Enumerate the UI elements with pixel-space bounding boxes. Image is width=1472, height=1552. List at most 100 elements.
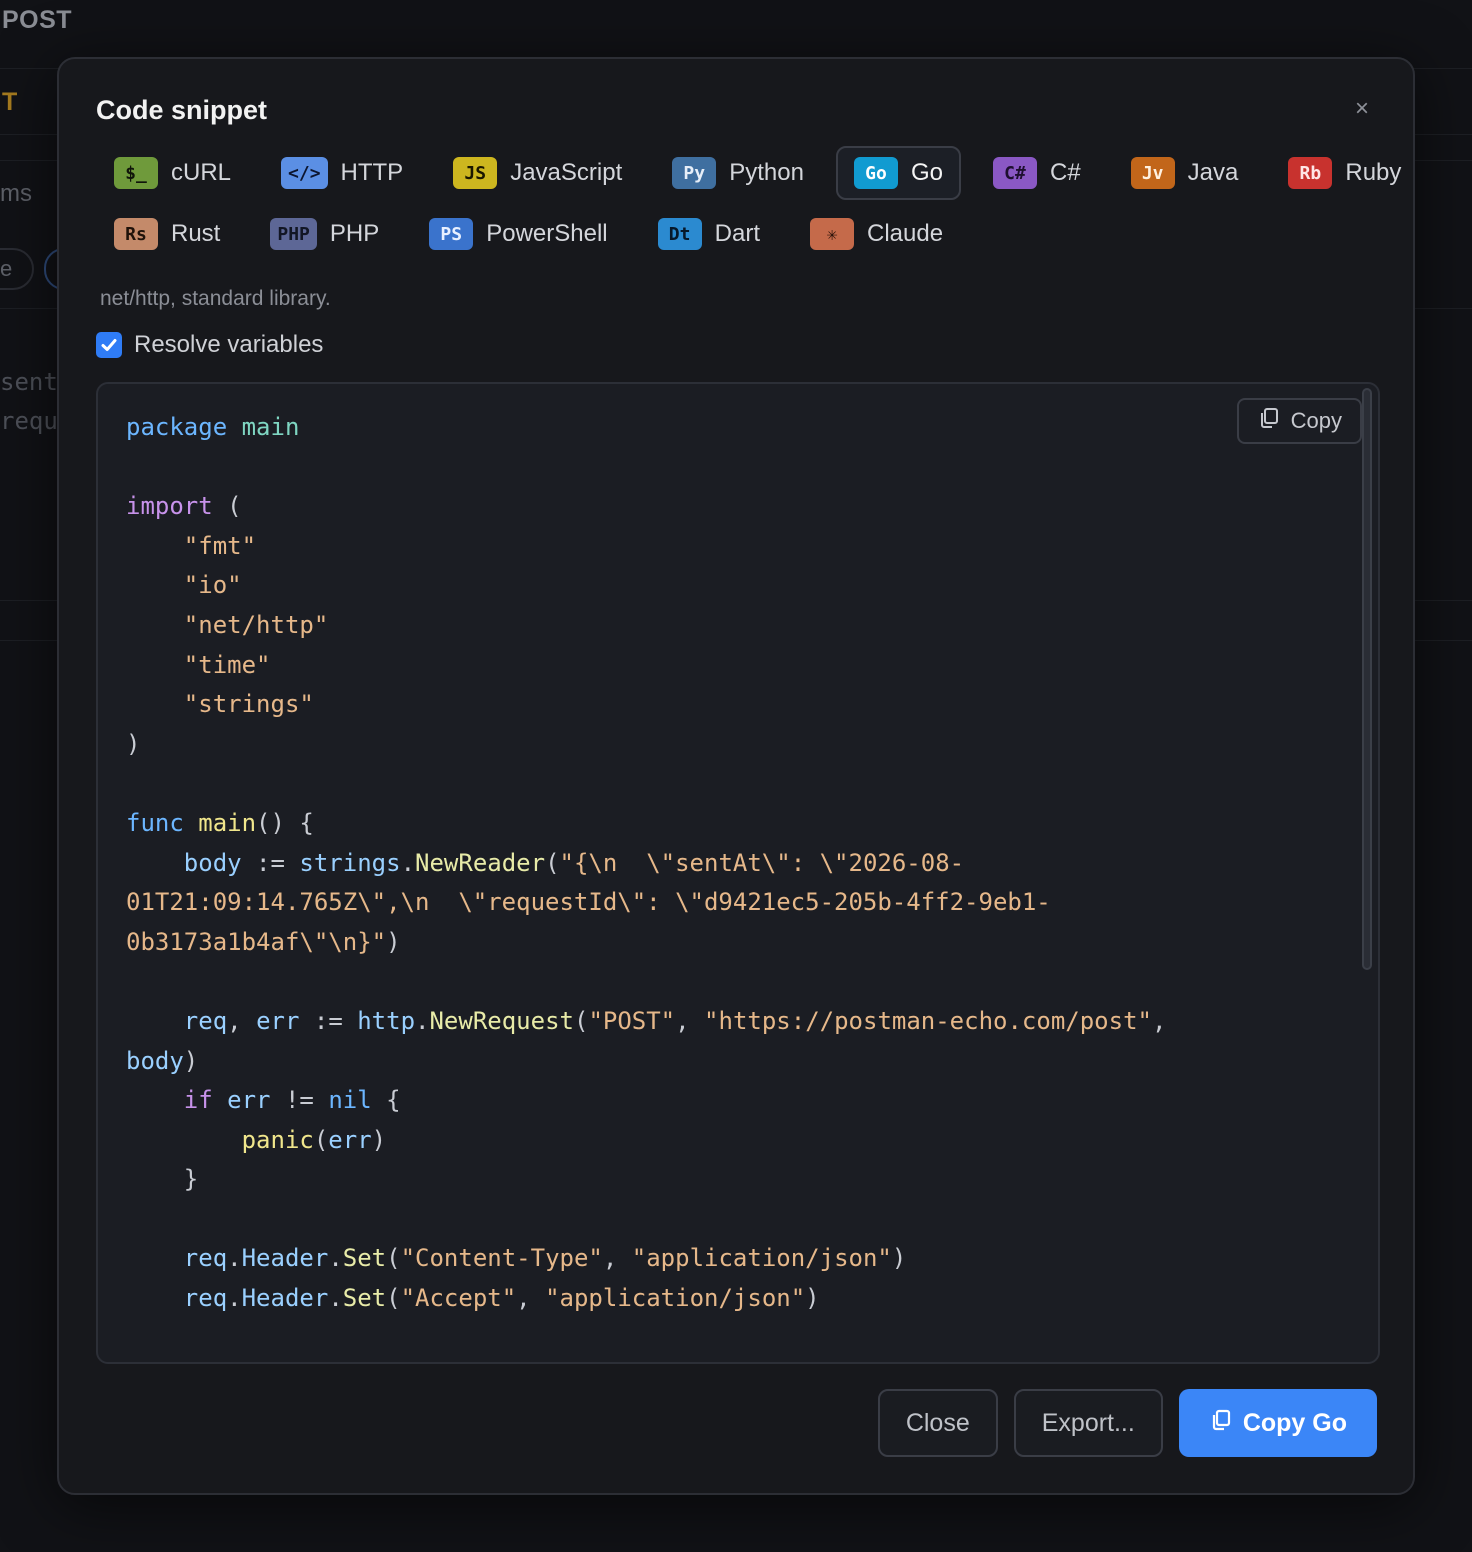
params-tab-fragment: ms bbox=[0, 180, 32, 207]
tab-http[interactable]: </> HTTP bbox=[263, 146, 421, 200]
language-tabs-row-2: Rs Rust PHP PHP PS PowerShell Dt Dart ✳ Claude bbox=[96, 207, 961, 261]
code-scrollbar[interactable] bbox=[1362, 388, 1372, 970]
code-token: strings bbox=[299, 848, 401, 877]
go-icon: Go bbox=[853, 157, 898, 189]
ruby-icon: Rb bbox=[1288, 157, 1333, 189]
code-token: "POST" bbox=[588, 1006, 676, 1035]
code-token: err bbox=[227, 1086, 271, 1115]
background-code-line: sent bbox=[0, 368, 58, 396]
code-viewer: package main import ( "fmt" "io" "net/ht… bbox=[96, 382, 1380, 1364]
rust-icon: Rs bbox=[114, 218, 158, 250]
code-token: 01T21:09:14.765Z\",\n \"requestId\": \"d… bbox=[126, 888, 1051, 917]
method-fragment: T bbox=[2, 88, 18, 116]
code-token: NewReader bbox=[415, 848, 546, 877]
code-token: "{\n \"sentAt\": \"2026-08- bbox=[559, 848, 965, 877]
tab-python[interactable]: Py Python bbox=[654, 146, 822, 200]
tab-ruby[interactable]: Rb Ruby bbox=[1270, 146, 1419, 200]
javascript-icon: JS bbox=[453, 157, 498, 189]
code-token: func bbox=[126, 808, 184, 837]
copy-icon bbox=[1211, 1409, 1231, 1438]
copy-go-button[interactable]: Copy Go bbox=[1178, 1389, 1377, 1457]
code-token: "net/http" bbox=[183, 610, 329, 639]
curl-icon: $_ bbox=[114, 157, 158, 189]
close-icon[interactable]: × bbox=[1355, 97, 1369, 121]
code-token: "Content-Type" bbox=[400, 1244, 603, 1273]
copy-button-label: Copy bbox=[1290, 408, 1342, 433]
code-token: "time" bbox=[183, 650, 271, 679]
dialog-footer: Close Export... Copy Go bbox=[877, 1389, 1377, 1457]
code-token: panic bbox=[241, 1125, 314, 1154]
code-token: main bbox=[198, 808, 257, 837]
code-token: body bbox=[126, 1046, 184, 1075]
code-token: nil bbox=[328, 1086, 372, 1115]
code-token: "https://postman-echo.com/post" bbox=[704, 1006, 1152, 1035]
language-description: net/http, standard library. bbox=[100, 287, 331, 310]
code-token: "strings" bbox=[183, 690, 314, 719]
background-code-line: requ bbox=[0, 407, 58, 435]
tab-php[interactable]: PHP PHP bbox=[252, 207, 397, 261]
tab-claude[interactable]: ✳ Claude bbox=[792, 207, 961, 261]
code-token: err bbox=[256, 1006, 300, 1035]
http-icon: </> bbox=[281, 157, 328, 189]
code-token: "application/json" bbox=[545, 1284, 806, 1313]
code-token: Set bbox=[342, 1244, 387, 1273]
tab-dart[interactable]: Dt Dart bbox=[640, 207, 778, 261]
language-label: Ruby bbox=[1345, 159, 1402, 186]
claude-icon: ✳ bbox=[809, 218, 854, 250]
language-label: JavaScript bbox=[510, 159, 623, 186]
code-token: Header bbox=[241, 1284, 329, 1313]
dialog-title: Code snippet bbox=[96, 95, 268, 125]
tab-go[interactable]: Go Go bbox=[835, 146, 961, 200]
request-method: POST bbox=[2, 6, 73, 34]
code-token: req bbox=[183, 1244, 228, 1273]
python-icon: Py bbox=[672, 157, 717, 189]
language-label: Python bbox=[729, 159, 804, 186]
code-token: body bbox=[183, 848, 242, 877]
copy-code-button[interactable]: Copy bbox=[1236, 398, 1362, 444]
copy-icon bbox=[1259, 407, 1279, 435]
tab-curl[interactable]: $_ cURL bbox=[96, 146, 249, 200]
copy-go-button-label: Copy Go bbox=[1242, 1408, 1347, 1437]
tab-java[interactable]: Jv Java bbox=[1113, 146, 1257, 200]
code-token: package bbox=[126, 413, 228, 441]
code-token: http bbox=[357, 1006, 416, 1035]
code-snippet-dialog: Code snippet × $_ cURL </> HTTP JS JavaScript… bbox=[57, 57, 1415, 1495]
language-label: C# bbox=[1049, 159, 1081, 186]
language-label: Java bbox=[1187, 159, 1239, 186]
code-token: "io" bbox=[183, 571, 242, 600]
language-label: Go bbox=[910, 159, 943, 186]
code-token: "application/json" bbox=[631, 1244, 892, 1273]
code-block: package main import ( "fmt" "io" "net/ht… bbox=[126, 413, 1167, 1313]
tab-c[interactable]: C# C# bbox=[975, 146, 1099, 200]
close-button-label: Close bbox=[905, 1408, 970, 1437]
tab-rust[interactable]: Rs Rust bbox=[96, 207, 238, 261]
code-token: "fmt" bbox=[183, 531, 257, 560]
code-token: err bbox=[328, 1125, 372, 1154]
code-token: Header bbox=[241, 1244, 329, 1273]
tab-powershell[interactable]: PS PowerShell bbox=[411, 207, 625, 261]
code-token: req bbox=[183, 1006, 228, 1035]
language-label: HTTP bbox=[340, 159, 404, 186]
dart-icon: Dt bbox=[657, 218, 702, 250]
language-label: Rust bbox=[171, 220, 221, 247]
language-tabs-row-1: $_ cURL </> HTTP JS JavaScript Py Python Go Go C# C… bbox=[96, 146, 1419, 200]
background-pill: e bbox=[0, 248, 34, 290]
code-token: import bbox=[126, 492, 213, 521]
code-token: if bbox=[183, 1086, 213, 1115]
java-icon: Jv bbox=[1130, 157, 1175, 189]
checkbox-checked-icon[interactable] bbox=[96, 332, 122, 358]
export-button[interactable]: Export... bbox=[1013, 1389, 1163, 1457]
code-token: 0b3173a1b4af\"\n}" bbox=[126, 927, 387, 956]
tab-javascript[interactable]: JS JavaScript bbox=[435, 146, 640, 200]
language-label: Dart bbox=[714, 220, 760, 247]
close-button[interactable]: Close bbox=[877, 1389, 998, 1457]
language-label: PowerShell bbox=[486, 220, 608, 247]
export-button-label: Export... bbox=[1041, 1408, 1135, 1437]
code-token: main bbox=[241, 413, 300, 441]
language-label: cURL bbox=[171, 159, 232, 186]
resolve-variables-checkbox[interactable]: Resolve variables bbox=[96, 331, 323, 359]
code-token: NewRequest bbox=[429, 1006, 574, 1035]
code-token: Set bbox=[342, 1284, 387, 1313]
language-label: PHP bbox=[329, 220, 380, 247]
resolve-variables-label: Resolve variables bbox=[134, 331, 324, 358]
